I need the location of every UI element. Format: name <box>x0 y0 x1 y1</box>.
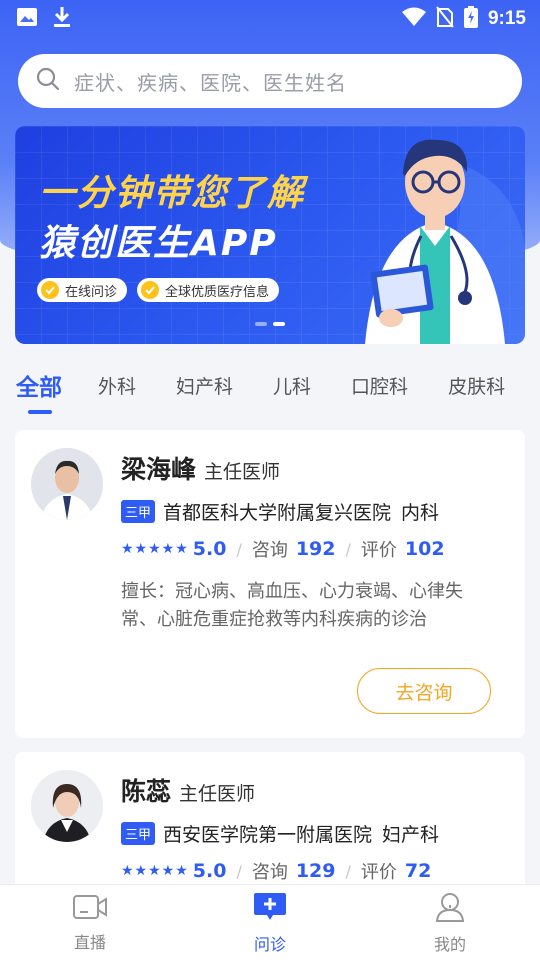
nav-item-consult[interactable]: 问诊 <box>210 891 330 955</box>
banner-tag-label: 在线问诊 <box>65 284 118 300</box>
consult-button[interactable]: 去咨询 <box>357 668 491 714</box>
tab-surgery[interactable]: 外科 <box>98 372 136 399</box>
review-label: 评价 <box>360 540 397 561</box>
doctor-name: 梁海峰 <box>121 455 197 484</box>
doctor-illustration <box>365 139 525 344</box>
pagination-dot-active <box>273 322 285 326</box>
hospital-name: 西安医学院第一附属医院 <box>163 824 373 846</box>
doctor-card[interactable]: 梁海峰 主任医师 三甲 首都医科大学附属复兴医院 内科 ★★★★★ 5.0 / 咨… <box>15 430 525 738</box>
consult-icon <box>253 891 287 927</box>
review-count: 102 <box>404 538 445 560</box>
rating-score: 5.0 <box>192 538 227 560</box>
divider: / <box>236 861 242 881</box>
divider: / <box>345 539 351 559</box>
doctor-title: 主任医师 <box>179 783 256 805</box>
consult-count: 192 <box>295 538 336 560</box>
banner-tags: 在线问诊 全球优质医疗信息 <box>37 278 280 302</box>
search-icon <box>36 67 60 95</box>
no-sim-icon <box>436 6 454 32</box>
status-time: 9:15 <box>487 8 526 29</box>
status-bar: 9:15 <box>0 0 540 38</box>
wifi-icon <box>401 7 426 31</box>
banner-pagination <box>255 322 285 326</box>
doctor-name-row: 梁海峰 主任医师 <box>121 450 280 486</box>
nav-item-mine[interactable]: 我的 <box>390 891 510 955</box>
doctor-name: 陈蕊 <box>121 777 172 806</box>
review-count: 72 <box>404 860 432 882</box>
hospital-level-badge: 三甲 <box>121 500 156 523</box>
department: 内科 <box>401 502 440 524</box>
nav-label-consult: 问诊 <box>253 934 286 954</box>
consult-count: 129 <box>295 860 336 882</box>
tab-dental[interactable]: 口腔科 <box>351 372 408 399</box>
search-input[interactable]: 症状、疾病、医院、医生姓名 <box>18 54 522 108</box>
image-icon <box>16 7 38 31</box>
stats-row: ★★★★★ 5.0 / 咨询 129 / 评价 72 <box>121 858 431 884</box>
nav-label-mine: 我的 <box>433 934 466 954</box>
battery-charging-icon <box>463 6 478 32</box>
banner-title-line1: 一分钟带您了解 <box>39 173 306 214</box>
doctor-expertise: 擅长：冠心病、高血压、心力衰竭、心律失常、心脏危重症抢救等内科疾病的诊治 <box>121 581 463 630</box>
promo-banner[interactable]: 一分钟带您了解 猿创医生APP 在线问诊 全球优质医疗信息 <box>15 126 525 344</box>
tab-dermatology[interactable]: 皮肤科 <box>448 372 505 399</box>
doctor-title: 主任医师 <box>204 461 281 483</box>
consult-label: 咨询 <box>251 540 288 561</box>
download-icon <box>52 6 72 32</box>
banner-title-line2: 猿创医生APP <box>39 223 278 264</box>
divider: / <box>345 861 351 881</box>
consult-label: 咨询 <box>251 862 288 883</box>
bottom-navigation: 直播 问诊 我的 <box>0 884 540 960</box>
pagination-dot <box>255 322 267 326</box>
banner-tag: 全球优质医疗信息 <box>137 278 280 302</box>
department: 妇产科 <box>382 824 440 846</box>
check-icon <box>41 281 59 299</box>
rating-score: 5.0 <box>192 860 227 882</box>
rating-stars: ★★★★★ <box>121 541 189 557</box>
stats-row: ★★★★★ 5.0 / 咨询 192 / 评价 102 <box>121 536 445 562</box>
category-tabs: 全部 外科 妇产科 儿科 口腔科 皮肤科 <box>0 360 540 414</box>
hospital-row: 三甲 西安医学院第一附属医院 妇产科 <box>121 820 439 847</box>
review-label: 评价 <box>360 862 397 883</box>
banner-tag: 在线问诊 <box>37 278 128 302</box>
nav-label-live: 直播 <box>73 932 106 952</box>
tab-all[interactable]: 全部 <box>16 368 62 414</box>
hospital-name: 首都医科大学附属复兴医院 <box>163 502 392 524</box>
video-icon <box>72 893 108 925</box>
avatar <box>31 770 103 842</box>
divider: / <box>236 539 242 559</box>
rating-stars: ★★★★★ <box>121 863 189 879</box>
user-icon <box>434 891 466 927</box>
hospital-row: 三甲 首都医科大学附属复兴医院 内科 <box>121 498 439 525</box>
banner-tag-label: 全球优质医疗信息 <box>165 284 270 300</box>
doctor-name-row: 陈蕊 主任医师 <box>121 772 255 808</box>
hospital-level-badge: 三甲 <box>121 822 156 845</box>
tab-pediatrics[interactable]: 儿科 <box>273 372 311 399</box>
tab-obstetrics[interactable]: 妇产科 <box>176 372 233 399</box>
avatar <box>31 448 103 520</box>
search-placeholder: 症状、疾病、医院、医生姓名 <box>74 70 347 95</box>
nav-item-live[interactable]: 直播 <box>30 893 150 953</box>
check-icon <box>141 281 160 299</box>
